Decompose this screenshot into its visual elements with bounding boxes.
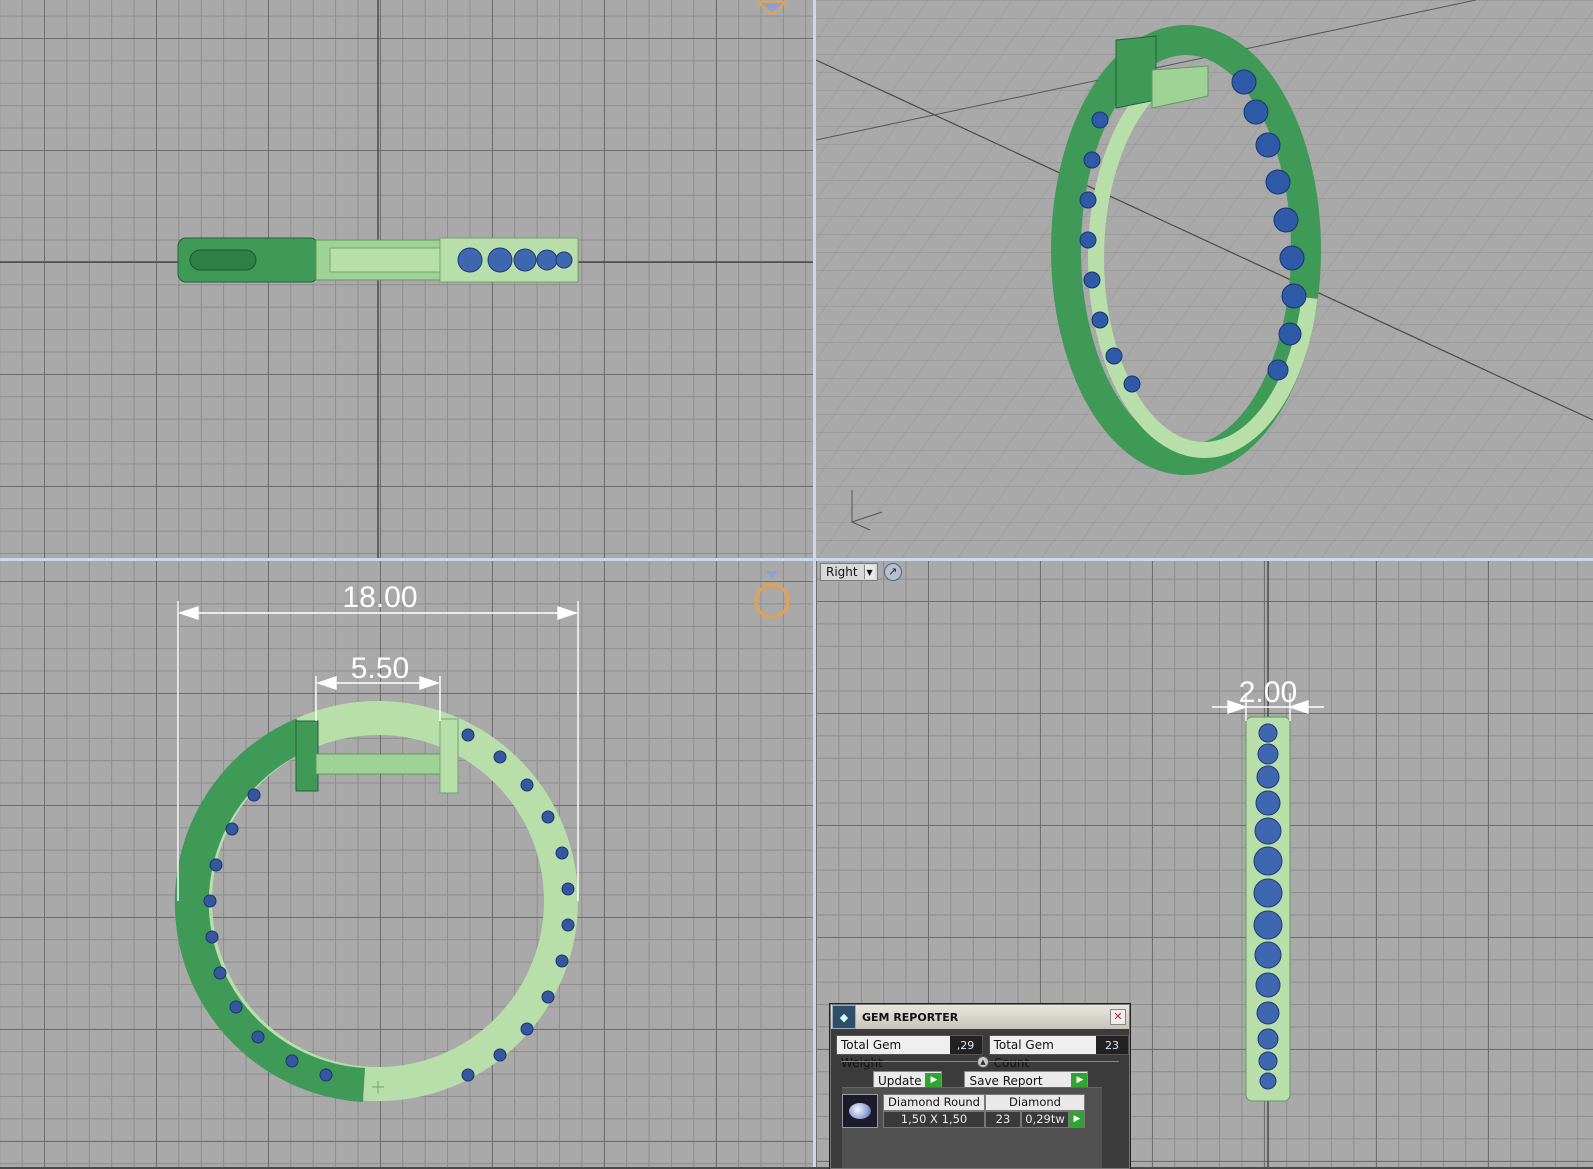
dimension-thickness-label: 2.00 [1239,676,1297,709]
total-gem-weight-label: Total Gem Weight [837,1036,950,1070]
earring-front-model [174,701,578,1102]
viewport-perspective[interactable] [816,0,1593,558]
gem-list: Diamond Round Diamond 1,50 X 1,50 23 0,2… [842,1087,1102,1168]
ring-gizmo-icon[interactable] [754,571,790,619]
gem-reporter-title: GEM REPORTER [862,1010,959,1024]
total-gem-count-value: 23 [1105,1038,1119,1052]
viewport-divider-horizontal[interactable] [0,558,1593,561]
list-item[interactable]: Diamond Round Diamond 1,50 X 1,50 23 0,2… [842,1094,1085,1128]
gem-reporter-panel: ◆ GEM REPORTER ✕ Total Gem Weight ,29 To… [830,1004,1130,1169]
collapse-toggle-icon[interactable]: ▲ [977,1056,989,1068]
front-view-canvas: 18.00 5.50 [174,571,790,1102]
view-options-icon[interactable]: ↗ [883,563,902,581]
view-selector: Right ▼ ↗ [820,563,902,581]
view-dropdown-value: Right [826,565,858,579]
ring-gizmo-icon[interactable] [755,1,789,16]
perspective-canvas [816,0,1593,558]
collapse-separator: ▲ [841,1055,1119,1069]
earring-side-model [177,237,579,283]
total-gem-count: Total Gem Count 23 [988,1035,1129,1070]
view-dropdown[interactable]: Right ▼ [820,563,878,581]
gem-reporter-logo-icon: ◆ [832,1005,856,1029]
update-button-label: Update [878,1073,922,1088]
play-icon[interactable]: ▶ [1071,1073,1088,1088]
viewport-front[interactable]: 18.00 5.50 [0,561,813,1167]
save-report-button-label: Save Report [969,1073,1043,1088]
close-icon[interactable]: ✕ [1110,1009,1126,1025]
gem-thumbnail-icon [842,1094,878,1128]
gem-weight: 0,29tw [1021,1111,1069,1128]
viewport-divider-vertical[interactable] [813,0,816,1167]
total-gem-weight-value: ,29 [956,1038,975,1052]
chevron-down-icon[interactable]: ▼ [863,565,875,579]
earring-right-model [1245,716,1291,1102]
gem-count: 23 [985,1111,1021,1128]
total-gem-weight: Total Gem Weight ,29 [836,1035,983,1070]
gem-reporter-titlebar[interactable]: ◆ GEM REPORTER ✕ [831,1005,1129,1029]
play-icon[interactable]: ▶ [925,1073,942,1088]
play-icon[interactable]: ▶ [1069,1111,1085,1128]
total-gem-count-label: Total Gem Count [989,1036,1096,1070]
gem-type: Diamond Round [883,1094,985,1111]
gem-size: 1,50 X 1,50 [883,1111,985,1128]
dimension-outer [177,601,579,901]
top-view-canvas [0,0,813,558]
dimension-gap-label: 5.50 [351,652,409,685]
gem-material: Diamond [985,1094,1085,1111]
viewport-top-left[interactable] [0,0,813,558]
dimension-outer-label: 18.00 [342,581,417,614]
